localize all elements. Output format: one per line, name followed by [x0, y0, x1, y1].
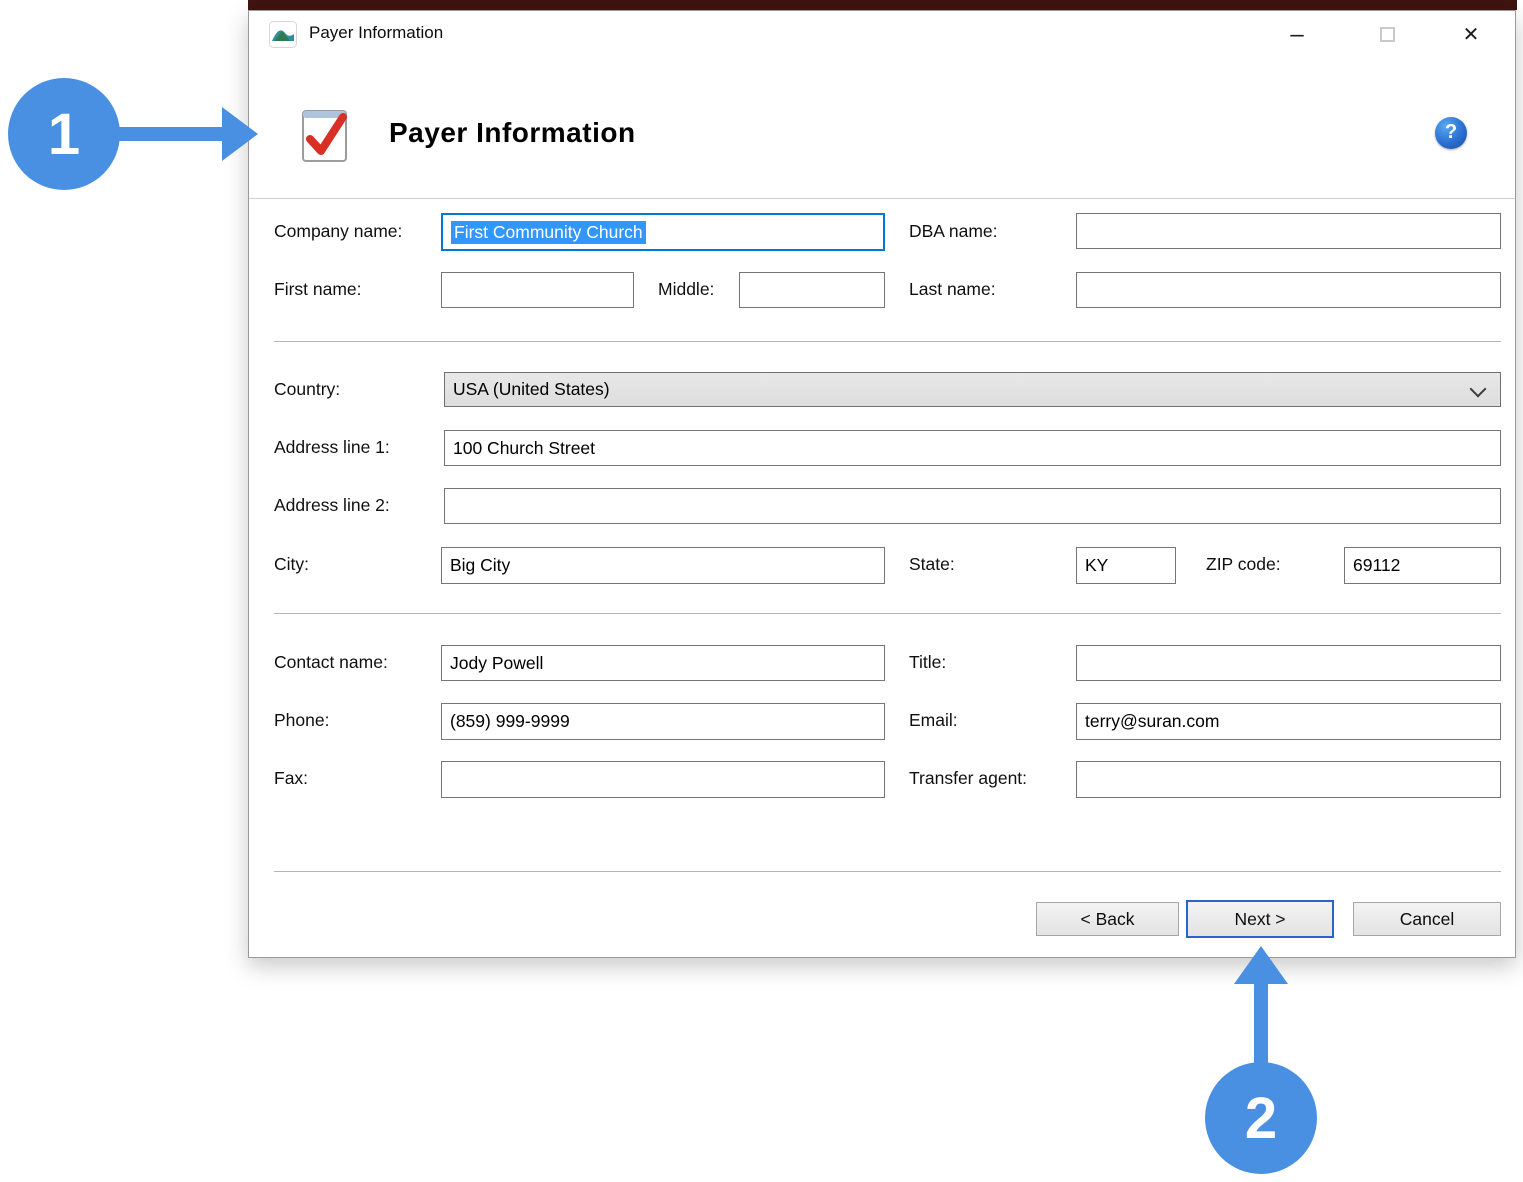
company-name-label: Company name:	[274, 221, 402, 242]
first-name-label: First name:	[274, 279, 362, 300]
close-button[interactable]: ✕	[1449, 17, 1493, 53]
last-name-input[interactable]	[1076, 272, 1501, 308]
contact-name-label: Contact name:	[274, 652, 388, 673]
window-top-border	[248, 0, 1517, 10]
app-logo-icon	[269, 21, 297, 48]
city-input[interactable]: Big City	[441, 547, 885, 584]
transfer-agent-input[interactable]	[1076, 761, 1501, 798]
address-line-1-label: Address line 1:	[274, 437, 390, 458]
annotation-step-2: 2	[1205, 1062, 1317, 1174]
phone-label: Phone:	[274, 710, 329, 731]
maximize-button[interactable]	[1365, 17, 1409, 53]
payer-form-icon	[297, 103, 353, 165]
help-button[interactable]: ?	[1435, 117, 1467, 149]
dba-name-label: DBA name:	[909, 221, 998, 242]
title-input[interactable]	[1076, 645, 1501, 681]
payer-information-dialog: Payer Information – ✕ Payer Information …	[248, 10, 1516, 958]
chevron-down-icon	[1470, 381, 1487, 398]
fax-input[interactable]	[441, 761, 885, 798]
first-name-input[interactable]	[441, 272, 634, 308]
address-line-2-input[interactable]	[444, 488, 1501, 524]
annotation-arrow-1-shaft	[116, 127, 222, 141]
dba-name-input[interactable]	[1076, 213, 1501, 249]
email-input[interactable]: terry@suran.com	[1076, 703, 1501, 740]
address-line-2-label: Address line 2:	[274, 495, 390, 516]
dialog-header: Payer Information ?	[249, 59, 1515, 199]
separator	[274, 341, 1501, 342]
city-label: City:	[274, 554, 309, 575]
transfer-agent-label: Transfer agent:	[909, 768, 1027, 789]
annotation-arrow-2-shaft	[1254, 984, 1268, 1066]
country-select[interactable]: USA (United States)	[444, 372, 1501, 407]
minimize-button[interactable]: –	[1275, 17, 1319, 53]
title-label: Title:	[909, 652, 946, 673]
maximize-icon	[1380, 27, 1395, 42]
selected-text: First Community Church	[451, 221, 646, 244]
zip-code-input[interactable]: 69112	[1344, 547, 1501, 584]
annotation-arrow-2-head	[1234, 946, 1288, 984]
separator	[274, 871, 1501, 872]
middle-name-label: Middle:	[658, 279, 714, 300]
annotation-arrow-1-head	[222, 107, 258, 161]
last-name-label: Last name:	[909, 279, 996, 300]
phone-input[interactable]: (859) 999-9999	[441, 703, 885, 740]
email-label: Email:	[909, 710, 958, 731]
separator	[274, 613, 1501, 614]
address-line-1-input[interactable]: 100 Church Street	[444, 430, 1501, 466]
page-title: Payer Information	[389, 117, 636, 149]
annotation-step-1: 1	[8, 78, 120, 190]
title-bar[interactable]: Payer Information – ✕	[249, 11, 1515, 59]
company-name-input[interactable]: First Community Church	[441, 213, 885, 251]
back-button[interactable]: < Back	[1036, 902, 1179, 936]
window-title: Payer Information	[309, 23, 443, 43]
contact-name-input[interactable]: Jody Powell	[441, 645, 885, 681]
country-label: Country:	[274, 379, 340, 400]
zip-code-label: ZIP code:	[1206, 554, 1281, 575]
fax-label: Fax:	[274, 768, 308, 789]
middle-name-input[interactable]	[739, 272, 885, 308]
next-button[interactable]: Next >	[1186, 900, 1334, 938]
state-label: State:	[909, 554, 955, 575]
cancel-button[interactable]: Cancel	[1353, 902, 1501, 936]
screenshot-canvas: Payer Information – ✕ Payer Information …	[0, 0, 1523, 1182]
state-input[interactable]: KY	[1076, 547, 1176, 584]
